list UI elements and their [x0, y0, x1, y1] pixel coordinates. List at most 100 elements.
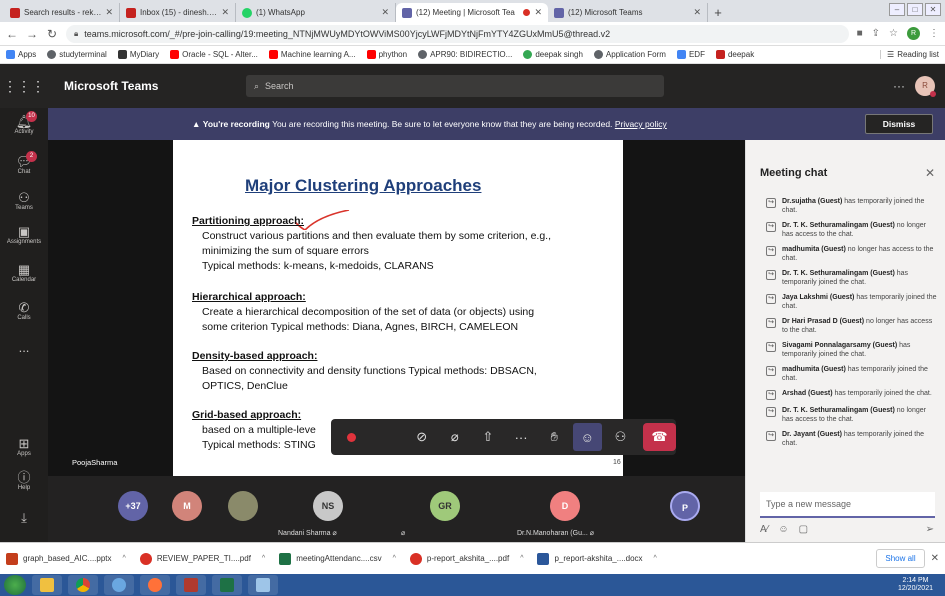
search-input[interactable]: ⌕ Search [246, 75, 664, 97]
participant-avatar[interactable]: M [172, 491, 202, 521]
taskbar-app[interactable] [248, 575, 278, 595]
close-icon[interactable]: ✕ [381, 7, 389, 18]
rail-item-calendar[interactable]: ▦ Calendar [0, 262, 48, 283]
app-title: Microsoft Teams [64, 79, 159, 93]
chat-message: ↪ Dr.sujatha (Guest) has temporarily join… [746, 197, 945, 215]
taskbar-explorer[interactable] [32, 575, 62, 595]
browser-tab-active[interactable]: (12) Meeting | Microsoft Tea ✕ [396, 3, 548, 22]
taskbar-app[interactable] [176, 575, 206, 595]
close-icon[interactable]: ✕ [105, 7, 113, 18]
download-item[interactable]: graph_based_AIC....pptx ^ [6, 552, 126, 565]
chevron-up-icon[interactable]: ^ [393, 555, 396, 562]
taskbar-app[interactable] [104, 575, 134, 595]
rail-item-calls[interactable]: ✆ Calls [0, 300, 48, 321]
rail-item-more[interactable]: ... [0, 340, 48, 355]
participant-photo[interactable] [228, 491, 258, 521]
participant-avatar[interactable]: D [550, 491, 580, 521]
recording-indicator[interactable] [337, 423, 366, 451]
browser-tab[interactable]: Inbox (15) - dinesh.goyal@poorn✕ [120, 3, 236, 22]
download-item[interactable]: meetingAttendanc....csv ^ [279, 552, 396, 565]
menu-icon[interactable]: ⋮ [929, 28, 939, 39]
app-rail: 🔔︎ 10 Activity 💬︎ 2 Chat ⚇ Teams ▣ Assignments… [0, 108, 48, 542]
share-tray-button[interactable]: ⇧ [473, 423, 502, 451]
download-item[interactable]: p-report_akshita_....pdf ^ [409, 552, 523, 565]
participant-avatar[interactable]: NS [313, 491, 343, 521]
message-input[interactable]: Type a new message [760, 492, 935, 518]
more-actions-button[interactable]: ··· [507, 423, 536, 451]
share-icon[interactable]: ⇪ [872, 28, 880, 39]
taskbar-excel[interactable] [212, 575, 242, 595]
camera-icon[interactable]: ■ [857, 28, 863, 39]
chevron-up-icon[interactable]: ^ [123, 555, 126, 562]
mic-toggle[interactable]: ⌀ [440, 423, 469, 451]
download-item[interactable]: REVIEW_PAPER_TI....pdf ^ [139, 552, 265, 565]
forward-icon[interactable]: → [26, 27, 38, 41]
close-window-icon[interactable]: ✕ [925, 3, 941, 16]
reading-list-button[interactable]: ☰ Reading list [880, 50, 939, 59]
star-icon[interactable]: ☆ [889, 28, 898, 39]
bookmark-item[interactable]: studyterminal [47, 50, 107, 59]
app-launcher-icon[interactable]: ⋮⋮⋮ [0, 78, 48, 95]
bookmark-item[interactable]: phython [366, 50, 407, 59]
bookmark-item[interactable]: Application Form [593, 50, 666, 59]
rail-item-teams[interactable]: ⚇ Teams [0, 190, 48, 211]
leave-call-button[interactable]: ☎ [643, 423, 676, 451]
format-icon[interactable]: A⁄ [760, 524, 768, 535]
close-icon[interactable]: ✕ [221, 7, 229, 18]
bookmark-item[interactable]: Machine learning A... [268, 50, 356, 59]
new-tab-button[interactable]: + [708, 3, 728, 22]
rail-item-apps[interactable]: ⊞ Apps [0, 436, 48, 457]
participant-avatar[interactable]: P [670, 491, 700, 521]
participants-button[interactable]: ⚇ [606, 423, 635, 451]
rail-item-help[interactable]: ⓘ Help [0, 470, 48, 491]
rail-item-activity[interactable]: 🔔︎ 10 Activity [0, 111, 48, 135]
overflow-participants[interactable]: +37 [118, 491, 148, 521]
bookmark-item[interactable]: EDF [676, 50, 705, 59]
maximize-icon[interactable]: □ [907, 3, 923, 16]
show-chat-button[interactable]: ☺ [572, 423, 602, 451]
bookmark-apps[interactable]: Apps [6, 50, 36, 59]
profile-avatar[interactable]: R [907, 27, 920, 40]
participant-avatar[interactable]: GR [430, 491, 460, 521]
bookmark-item[interactable]: Oracle - SQL - Alter... [170, 50, 258, 59]
rail-item-download[interactable]: ⤓ [0, 510, 48, 525]
download-item[interactable]: p_report-akshita_....docx ^ [537, 552, 657, 565]
chevron-up-icon[interactable]: ^ [262, 555, 265, 562]
back-icon[interactable]: ← [6, 27, 18, 41]
browser-tab[interactable]: Search results - rekha.jain@poor✕ [4, 3, 120, 22]
raise-hand-button[interactable]: ✋︎ [540, 423, 569, 451]
bookmark-item[interactable]: APR90: BIDIRECTIO... [418, 50, 512, 59]
address-input[interactable]: 🔒︎ teams.microsoft.com/_#/pre-join-calli… [66, 24, 849, 43]
minimize-icon[interactable]: – [889, 3, 905, 16]
close-icon[interactable]: ✕ [931, 553, 939, 564]
taskbar-chrome[interactable] [68, 575, 98, 595]
send-icon[interactable]: ➢ [926, 524, 934, 535]
chevron-up-icon[interactable]: ^ [654, 555, 657, 562]
more-options-icon[interactable]: ··· [893, 79, 905, 93]
rail-item-assignments[interactable]: ▣ Assignments [0, 224, 48, 245]
close-icon[interactable]: ✕ [534, 7, 542, 18]
camera-toggle[interactable]: ⊘ [407, 423, 436, 451]
system-clock[interactable]: 2:14 PM 12/20/2021 [898, 577, 945, 593]
bookmark-item[interactable]: MyDiary [117, 50, 159, 59]
bookmark-item[interactable]: deepak singh [523, 50, 583, 59]
participant-name: Nandani Sharma ⌀ [278, 530, 337, 537]
browser-tab[interactable]: (12) Microsoft Teams ✕ [548, 3, 708, 22]
pptx-file-icon [6, 552, 18, 565]
system-message-icon: ↪ [766, 431, 776, 441]
emoji-icon[interactable]: ☺ [778, 524, 788, 535]
browser-tab[interactable]: (1) WhatsApp ✕ [236, 3, 396, 22]
reload-icon[interactable]: ↻ [46, 27, 58, 41]
close-icon[interactable]: ✕ [925, 166, 935, 180]
privacy-policy-link[interactable]: Privacy policy [615, 119, 667, 129]
rail-item-chat[interactable]: 💬︎ 2 Chat [0, 151, 48, 175]
show-all-button[interactable]: Show all [876, 549, 925, 568]
start-button[interactable] [4, 575, 26, 595]
close-icon[interactable]: ✕ [693, 7, 701, 18]
bookmark-item[interactable]: deepak [715, 50, 754, 59]
taskbar-firefox[interactable] [140, 575, 170, 595]
user-avatar[interactable]: R [915, 76, 936, 97]
gif-icon[interactable]: ▢ [799, 524, 808, 535]
chevron-up-icon[interactable]: ^ [520, 555, 523, 562]
dismiss-button[interactable]: Dismiss [865, 114, 933, 134]
